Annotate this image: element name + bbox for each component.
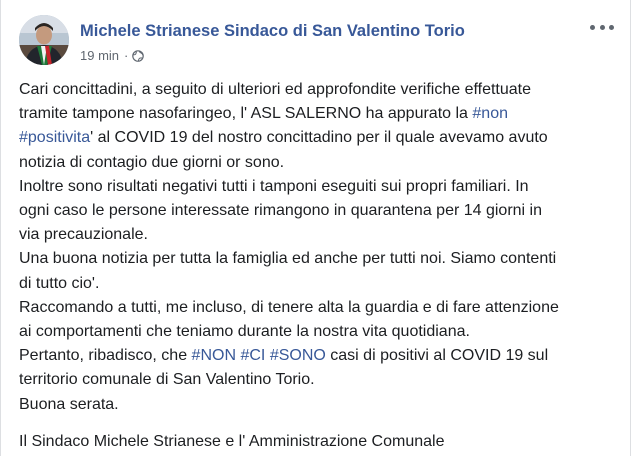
post-author-name[interactable]: Michele Strianese Sindaco di San Valenti…: [80, 22, 465, 41]
post-text-line: notizia di contagio due giorni or sono.: [19, 153, 285, 171]
post-body: Cari concittadini, a seguito di ulterior…: [19, 78, 616, 454]
post-text-line: ogni caso le persone interessate rimango…: [19, 202, 543, 220]
hashtag-link-positivita[interactable]: #positivita: [19, 129, 90, 146]
post-text-fragment: ' al COVID 19 del nostro concittadino pe…: [90, 129, 548, 147]
globe-icon[interactable]: [132, 49, 145, 62]
post-signature: Il Sindaco Michele Strianese e l' Ammini…: [19, 432, 445, 450]
post-text-line: Pertanto, ribadisco, che #NON #CI #SONO …: [19, 344, 616, 368]
post-text-line: Una buona notizia per tutta la famiglia …: [19, 250, 557, 268]
meta-separator: ·: [124, 48, 129, 63]
post-meta: 19 min ·: [80, 48, 145, 63]
post-text-line: ai comportamenti che teniamo durante la …: [19, 323, 470, 341]
more-dot: [590, 24, 595, 30]
more-dot: [609, 24, 614, 30]
post-text-line: Cari concittadini, a seguito di ulterior…: [19, 81, 532, 98]
post-text-line: #positivita' al COVID 19 del nostro conc…: [19, 126, 616, 150]
avatar[interactable]: [19, 15, 69, 65]
post-text-fragment: tramite tampone nasofaringeo, l' ASL SAL…: [19, 105, 473, 123]
facebook-post: Michele Strianese Sindaco di San Valenti…: [0, 0, 631, 456]
post-text-line: Buona serata.: [19, 395, 119, 413]
profile-photo-icon: [19, 15, 69, 65]
post-text-fragment: Pertanto, ribadisco, che: [19, 347, 192, 365]
hashtag-link-CI[interactable]: #CI: [240, 347, 265, 364]
more-dot: [599, 24, 605, 30]
more-options-icon[interactable]: [590, 19, 614, 35]
post-text-line: di tutto cio'.: [19, 274, 100, 292]
post-text-line: territorio comunale di San Valentino Tor…: [19, 371, 315, 389]
post-header: Michele Strianese Sindaco di San Valenti…: [19, 15, 614, 67]
hashtag-link-non[interactable]: #non: [472, 105, 508, 122]
post-text-line: tramite tampone nasofaringeo, l' ASL SAL…: [19, 102, 616, 126]
post-text-fragment: casi di positivi al COVID 19 sul: [325, 347, 549, 365]
hashtag-link-NON[interactable]: #NON: [192, 347, 236, 364]
post-text-line: Raccomando a tutti, me incluso, di tener…: [19, 298, 559, 316]
hashtag-link-SONO[interactable]: #SONO: [270, 347, 326, 364]
post-text-line: via precauzionale.: [19, 226, 148, 244]
post-text-line: Inoltre sono risultati negativi tutti i …: [19, 177, 529, 195]
post-timestamp[interactable]: 19 min: [80, 48, 119, 63]
